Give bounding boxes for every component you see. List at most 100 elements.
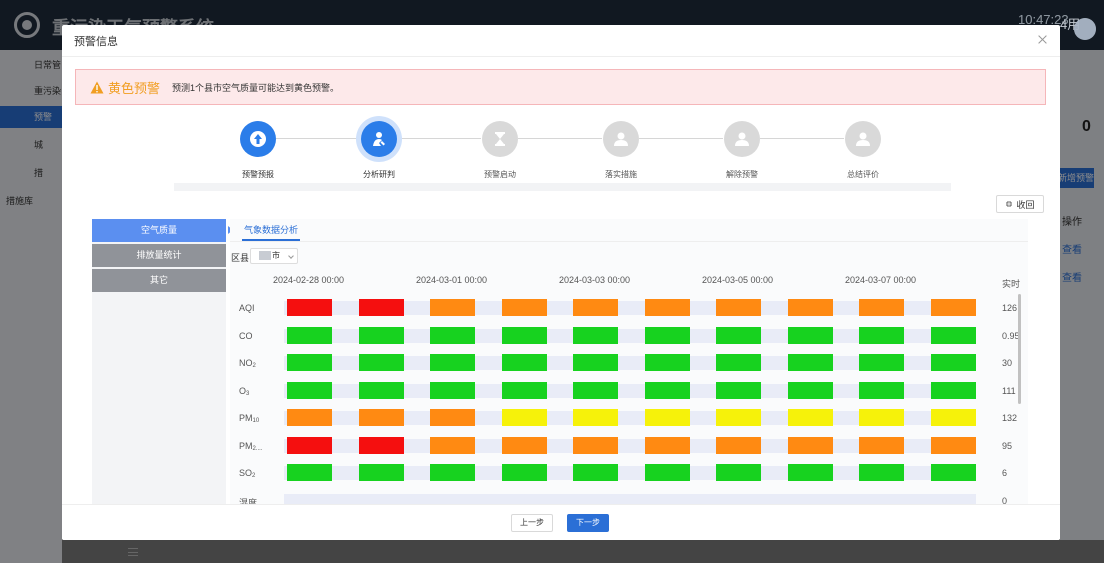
aqi-level-cell[interactable] bbox=[930, 326, 976, 344]
aqi-level-cell[interactable] bbox=[573, 299, 618, 316]
aqi-level-cell[interactable] bbox=[930, 436, 976, 454]
step-lift[interactable]: 解除预警 bbox=[692, 121, 792, 180]
aqi-level-cell[interactable] bbox=[287, 299, 332, 316]
step-start[interactable]: 预警启动 bbox=[450, 121, 550, 180]
aqi-level-cell[interactable] bbox=[930, 381, 976, 399]
aqi-level-cell[interactable] bbox=[644, 464, 690, 481]
avatar-overlay[interactable] bbox=[1074, 18, 1096, 40]
aqi-level-cell[interactable] bbox=[573, 409, 618, 426]
next-step-button[interactable]: 下一步 bbox=[567, 514, 609, 532]
aqi-level-cell[interactable] bbox=[358, 299, 404, 316]
aqi-level-cell[interactable] bbox=[430, 409, 475, 426]
aqi-level-cell[interactable] bbox=[501, 436, 547, 454]
date-header: 2024-03-05 00:00 bbox=[702, 275, 774, 285]
aqi-level-cell[interactable] bbox=[859, 436, 904, 454]
step-label: 分析研判 bbox=[363, 170, 395, 179]
aqi-level-cell[interactable] bbox=[644, 354, 690, 371]
aqi-level-cell[interactable] bbox=[930, 409, 976, 426]
row-label: NO2 bbox=[239, 358, 256, 369]
aqi-level-cell[interactable] bbox=[716, 326, 761, 344]
pollutant-subscript: 10 bbox=[252, 418, 260, 424]
aqi-level-cell[interactable] bbox=[859, 299, 904, 316]
aqi-level-cell[interactable] bbox=[287, 381, 332, 399]
step-analysis[interactable]: 分析研判 bbox=[329, 121, 429, 180]
tab-weather-analysis[interactable]: 气象数据分析 bbox=[242, 219, 301, 241]
aqi-level-cell[interactable] bbox=[430, 299, 475, 316]
aqi-level-cell[interactable] bbox=[358, 326, 404, 344]
aqi-level-cell[interactable] bbox=[859, 326, 904, 344]
aqi-level-cell[interactable] bbox=[716, 354, 761, 371]
aqi-level-cell[interactable] bbox=[287, 326, 332, 344]
pollutant-subscript: 3 bbox=[246, 390, 250, 397]
step-forecast[interactable]: 预警预报 bbox=[208, 121, 308, 180]
aqi-level-cell[interactable] bbox=[716, 436, 761, 454]
analyst-icon bbox=[361, 121, 397, 157]
aqi-level-cell[interactable] bbox=[787, 381, 833, 399]
pollutant-subscript: 2 bbox=[252, 363, 256, 369]
region-label: 区县 bbox=[231, 253, 250, 263]
aqi-level-cell[interactable] bbox=[716, 299, 761, 316]
aqi-level-cell[interactable] bbox=[358, 409, 404, 426]
aqi-level-cell[interactable] bbox=[787, 299, 833, 316]
aqi-level-cell[interactable] bbox=[787, 354, 833, 371]
date-header: 2024-03-07 00:00 bbox=[845, 275, 917, 285]
aqi-level-cell[interactable] bbox=[716, 409, 761, 426]
aqi-level-cell[interactable] bbox=[716, 464, 761, 481]
step-summary[interactable]: 总结评价 bbox=[813, 121, 913, 180]
aqi-level-cell[interactable] bbox=[644, 381, 690, 399]
menu-item-emissions[interactable]: 排放量统计 bbox=[92, 244, 226, 267]
aqi-level-cell[interactable] bbox=[573, 436, 618, 454]
aqi-level-cell[interactable] bbox=[644, 326, 690, 344]
aqi-level-cell[interactable] bbox=[859, 464, 904, 481]
aqi-level-cell[interactable] bbox=[430, 436, 475, 454]
close-icon[interactable] bbox=[1036, 33, 1050, 47]
aqi-level-cell[interactable] bbox=[358, 464, 404, 481]
aqi-level-cell[interactable] bbox=[787, 326, 833, 344]
aqi-level-cell[interactable] bbox=[573, 381, 618, 399]
menu-item-air-quality[interactable]: 空气质量 bbox=[92, 219, 233, 242]
aqi-level-cell[interactable] bbox=[930, 299, 976, 316]
aqi-level-cell[interactable] bbox=[358, 436, 404, 454]
aqi-level-cell[interactable] bbox=[430, 464, 475, 481]
step-label: 落实措施 bbox=[605, 170, 637, 179]
previous-step-button[interactable]: 上一步 bbox=[511, 514, 553, 532]
menu-item-other[interactable]: 其它 bbox=[92, 269, 226, 292]
aqi-level-cell[interactable] bbox=[501, 381, 547, 399]
aqi-level-cell[interactable] bbox=[859, 354, 904, 371]
aqi-level-cell[interactable] bbox=[573, 354, 618, 371]
aqi-level-cell[interactable] bbox=[644, 409, 690, 426]
aqi-level-cell[interactable] bbox=[501, 299, 547, 316]
region-select[interactable]: 市 bbox=[250, 248, 298, 264]
aqi-level-cell[interactable] bbox=[573, 464, 618, 481]
aqi-level-cell[interactable] bbox=[430, 354, 475, 371]
aqi-level-cell[interactable] bbox=[501, 326, 547, 344]
step-implement[interactable]: 落实措施 bbox=[571, 121, 671, 180]
aqi-level-cell[interactable] bbox=[716, 381, 761, 399]
aqi-level-cell[interactable] bbox=[501, 464, 547, 481]
aqi-level-cell[interactable] bbox=[787, 436, 833, 454]
collapse-button[interactable]: 收回 bbox=[996, 195, 1044, 213]
aqi-level-cell[interactable] bbox=[930, 464, 976, 481]
aqi-level-cell[interactable] bbox=[859, 409, 904, 426]
aqi-level-cell[interactable] bbox=[573, 326, 618, 344]
aqi-level-cell[interactable] bbox=[644, 299, 690, 316]
aqi-level-cell[interactable] bbox=[287, 409, 332, 426]
aqi-level-cell[interactable] bbox=[787, 409, 833, 426]
aqi-level-cell[interactable] bbox=[287, 436, 332, 454]
aqi-level-cell[interactable] bbox=[859, 381, 904, 399]
aqi-level-cell[interactable] bbox=[644, 436, 690, 454]
alert-level: 黄色预警 bbox=[108, 80, 161, 96]
aqi-level-cell[interactable] bbox=[430, 381, 475, 399]
aqi-level-cell[interactable] bbox=[501, 409, 547, 426]
aqi-level-cell[interactable] bbox=[287, 354, 332, 371]
aqi-level-cell[interactable] bbox=[430, 326, 475, 344]
aqi-level-cell[interactable] bbox=[787, 464, 833, 481]
aqi-level-cell[interactable] bbox=[930, 354, 976, 371]
pollutant-name: PM bbox=[239, 440, 253, 451]
aqi-level-cell[interactable] bbox=[501, 354, 547, 371]
redacted-mask bbox=[259, 251, 271, 261]
scrollbar[interactable] bbox=[1018, 294, 1021, 404]
aqi-level-cell[interactable] bbox=[287, 464, 332, 481]
aqi-level-cell[interactable] bbox=[358, 381, 404, 399]
aqi-level-cell[interactable] bbox=[358, 354, 404, 371]
